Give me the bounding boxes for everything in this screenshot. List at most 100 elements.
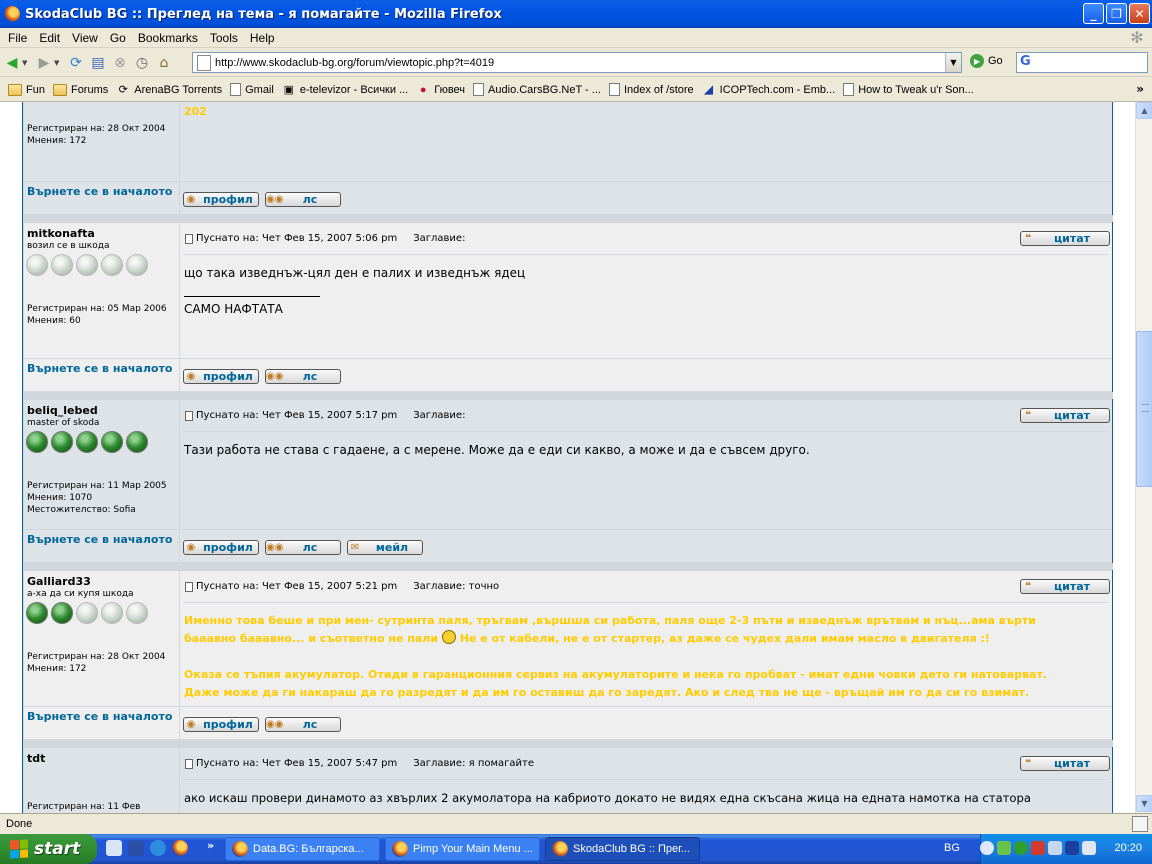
- bookmark-index-store[interactable]: Index of /store: [608, 83, 694, 96]
- history-icon[interactable]: ◷: [132, 53, 152, 73]
- bookmark-gmail[interactable]: Gmail: [230, 83, 274, 96]
- taskbar-item-pimp-menu[interactable]: Pimp Your Main Menu ...: [385, 837, 540, 861]
- menu-help[interactable]: Help: [244, 31, 281, 45]
- bookmark-audio-carsbg[interactable]: Audio.CarsBG.NeT - ...: [473, 83, 601, 96]
- maximize-button[interactable]: ❐: [1106, 3, 1127, 24]
- quote-bubble-icon: ❝: [1025, 581, 1031, 592]
- bookmark-tweak[interactable]: How to Tweak u'r Son...: [843, 83, 974, 96]
- quote-button[interactable]: ❝ цитат: [1020, 579, 1110, 594]
- forward-history-dropdown-icon[interactable]: ▼: [54, 59, 64, 67]
- status-icon[interactable]: [1132, 816, 1148, 832]
- language-indicator[interactable]: BG: [944, 842, 960, 854]
- save-icon[interactable]: ▤: [88, 53, 108, 73]
- back-icon[interactable]: ◀: [2, 53, 22, 73]
- post-author-cell: mitkonafta возил се в шкода Регистриран …: [24, 223, 179, 358]
- menu-tools[interactable]: Tools: [204, 31, 244, 45]
- email-button[interactable]: ✉ мейл: [347, 540, 423, 555]
- user-post-count: Мнения: 172: [27, 664, 87, 674]
- post-footer-cell: ◉ профил ◉◉ лс ✉ мейл: [180, 530, 1112, 562]
- menu-bookmarks[interactable]: Bookmarks: [132, 31, 204, 45]
- pm-button[interactable]: ◉◉ лс: [265, 540, 341, 555]
- bookmark-arenabg[interactable]: ⟳ ArenaBG Torrents: [116, 84, 222, 96]
- bookmark-icoptech[interactable]: ◢ ICOPTech.com - Emb...: [702, 84, 835, 96]
- taskbar-item-skodaclub[interactable]: SkodaClub BG :: Прег...: [545, 837, 700, 861]
- scroll-down-icon[interactable]: ▼: [1136, 795, 1152, 812]
- pm-button[interactable]: ◉◉ лс: [265, 192, 341, 207]
- tray-network-icon[interactable]: [1048, 841, 1062, 855]
- pm-button[interactable]: ◉◉ лс: [265, 717, 341, 732]
- url-text[interactable]: http://www.skodaclub-bg.org/forum/viewto…: [215, 57, 494, 69]
- tray-app-icon[interactable]: [997, 841, 1011, 855]
- tray-app-icon[interactable]: [1065, 841, 1079, 855]
- bookmark-guvech[interactable]: ● Гювеч: [416, 84, 465, 96]
- close-button[interactable]: ✕: [1129, 3, 1150, 24]
- back-to-top-link[interactable]: Върнете се в началото: [27, 362, 172, 375]
- bookmarks-overflow-icon[interactable]: »: [1136, 82, 1144, 96]
- minimize-button[interactable]: _: [1083, 3, 1104, 24]
- go-button[interactable]: ▶ Go: [970, 54, 1003, 68]
- url-dropdown-icon[interactable]: ▼: [945, 53, 961, 72]
- quote-button[interactable]: ❝ цитат: [1020, 756, 1110, 771]
- rank-star-icon: [76, 254, 98, 276]
- scroll-up-icon[interactable]: ▲: [1136, 102, 1152, 119]
- user-info: Регистриран на: 11 Фев: [27, 801, 140, 813]
- post-text-segment: Не е от кабели, не е от стартер, аз даже…: [459, 632, 990, 645]
- bookmark-fun[interactable]: Fun: [8, 83, 45, 96]
- profile-button[interactable]: ◉ профил: [183, 369, 259, 384]
- back-history-dropdown-icon[interactable]: ▼: [22, 59, 32, 67]
- url-bar[interactable]: http://www.skodaclub-bg.org/forum/viewto…: [192, 52, 962, 73]
- quote-button[interactable]: ❝ цитат: [1020, 408, 1110, 423]
- page-icon: [473, 83, 485, 96]
- home-icon[interactable]: ⌂: [154, 53, 174, 73]
- post-body-cell: 202: [180, 102, 1112, 181]
- profile-button[interactable]: ◉ профил: [183, 717, 259, 732]
- rank-stars: [26, 431, 148, 453]
- vertical-scrollbar[interactable]: ▲ ▼: [1135, 102, 1152, 813]
- rank-star-icon: [126, 602, 148, 624]
- quote-button[interactable]: ❝ цитат: [1020, 231, 1110, 246]
- quick-launch-app-icon[interactable]: [128, 840, 144, 856]
- bookmark-forums[interactable]: Forums: [52, 83, 108, 96]
- search-input[interactable]: G: [1016, 52, 1148, 73]
- tray-app-icon[interactable]: [1014, 841, 1028, 855]
- rank-star-icon: [51, 254, 73, 276]
- arena-icon: ⟳: [118, 83, 128, 96]
- tray-expand-icon[interactable]: [980, 841, 994, 855]
- menu-view[interactable]: View: [66, 31, 104, 45]
- navigation-toolbar: ◀ ▼ ▶ ▼ ⟳ ▤ ⊗ ◷ ⌂ http://www.skodaclub-b…: [0, 49, 1152, 77]
- tray-volume-icon[interactable]: [1082, 841, 1096, 855]
- taskbar-item-databg[interactable]: Data.BG: Българска...: [225, 837, 380, 861]
- menu-edit[interactable]: Edit: [33, 31, 66, 45]
- back-to-top-link[interactable]: Върнете се в началото: [27, 533, 172, 546]
- window-titlebar[interactable]: SkodaClub BG :: Преглед на тема - я пома…: [0, 0, 1152, 28]
- scrollbar-thumb[interactable]: [1136, 331, 1152, 487]
- firefox-icon[interactable]: [172, 840, 188, 856]
- stop-icon[interactable]: ⊗: [110, 53, 130, 73]
- tray-shield-icon[interactable]: [1031, 841, 1045, 855]
- reload-icon[interactable]: ⟳: [66, 53, 86, 73]
- show-desktop-icon[interactable]: [106, 840, 122, 856]
- internet-explorer-icon[interactable]: [150, 840, 166, 856]
- rank-stars: [26, 602, 148, 624]
- back-to-top-link[interactable]: Върнете се в началото: [27, 710, 172, 723]
- rank-star-icon: [51, 602, 73, 624]
- pm-button[interactable]: ◉◉ лс: [265, 369, 341, 384]
- author-footer-cell: Върнете се в началото: [24, 359, 179, 391]
- start-button[interactable]: start: [0, 834, 97, 864]
- post-text-segment: бааавно бааавно... и съответно не пали: [184, 632, 439, 645]
- user-registered: Регистриран на: 28 Окт 2004: [27, 652, 166, 662]
- google-search-icon[interactable]: G: [1020, 54, 1031, 69]
- profile-button[interactable]: ◉ профил: [183, 192, 259, 207]
- email-label: мейл: [375, 541, 409, 554]
- back-to-top-link[interactable]: Върнете се в началото: [27, 185, 172, 198]
- menu-file[interactable]: File: [0, 31, 33, 45]
- quick-launch-overflow-icon[interactable]: »: [207, 839, 214, 852]
- profile-button[interactable]: ◉ профил: [183, 540, 259, 555]
- forward-icon[interactable]: ▶: [34, 53, 54, 73]
- menu-go[interactable]: Go: [104, 31, 132, 45]
- user-icon: ◉: [186, 719, 196, 730]
- post-author-cell: Регистриран на: 28 Окт 2004 Мнения: 172: [24, 102, 179, 181]
- bookmark-e-televizor[interactable]: ▣ e-televizor - Всички ...: [282, 84, 409, 96]
- go-arrow-icon: ▶: [970, 54, 984, 68]
- user-rank: а-ха да си купя шкода: [27, 589, 134, 599]
